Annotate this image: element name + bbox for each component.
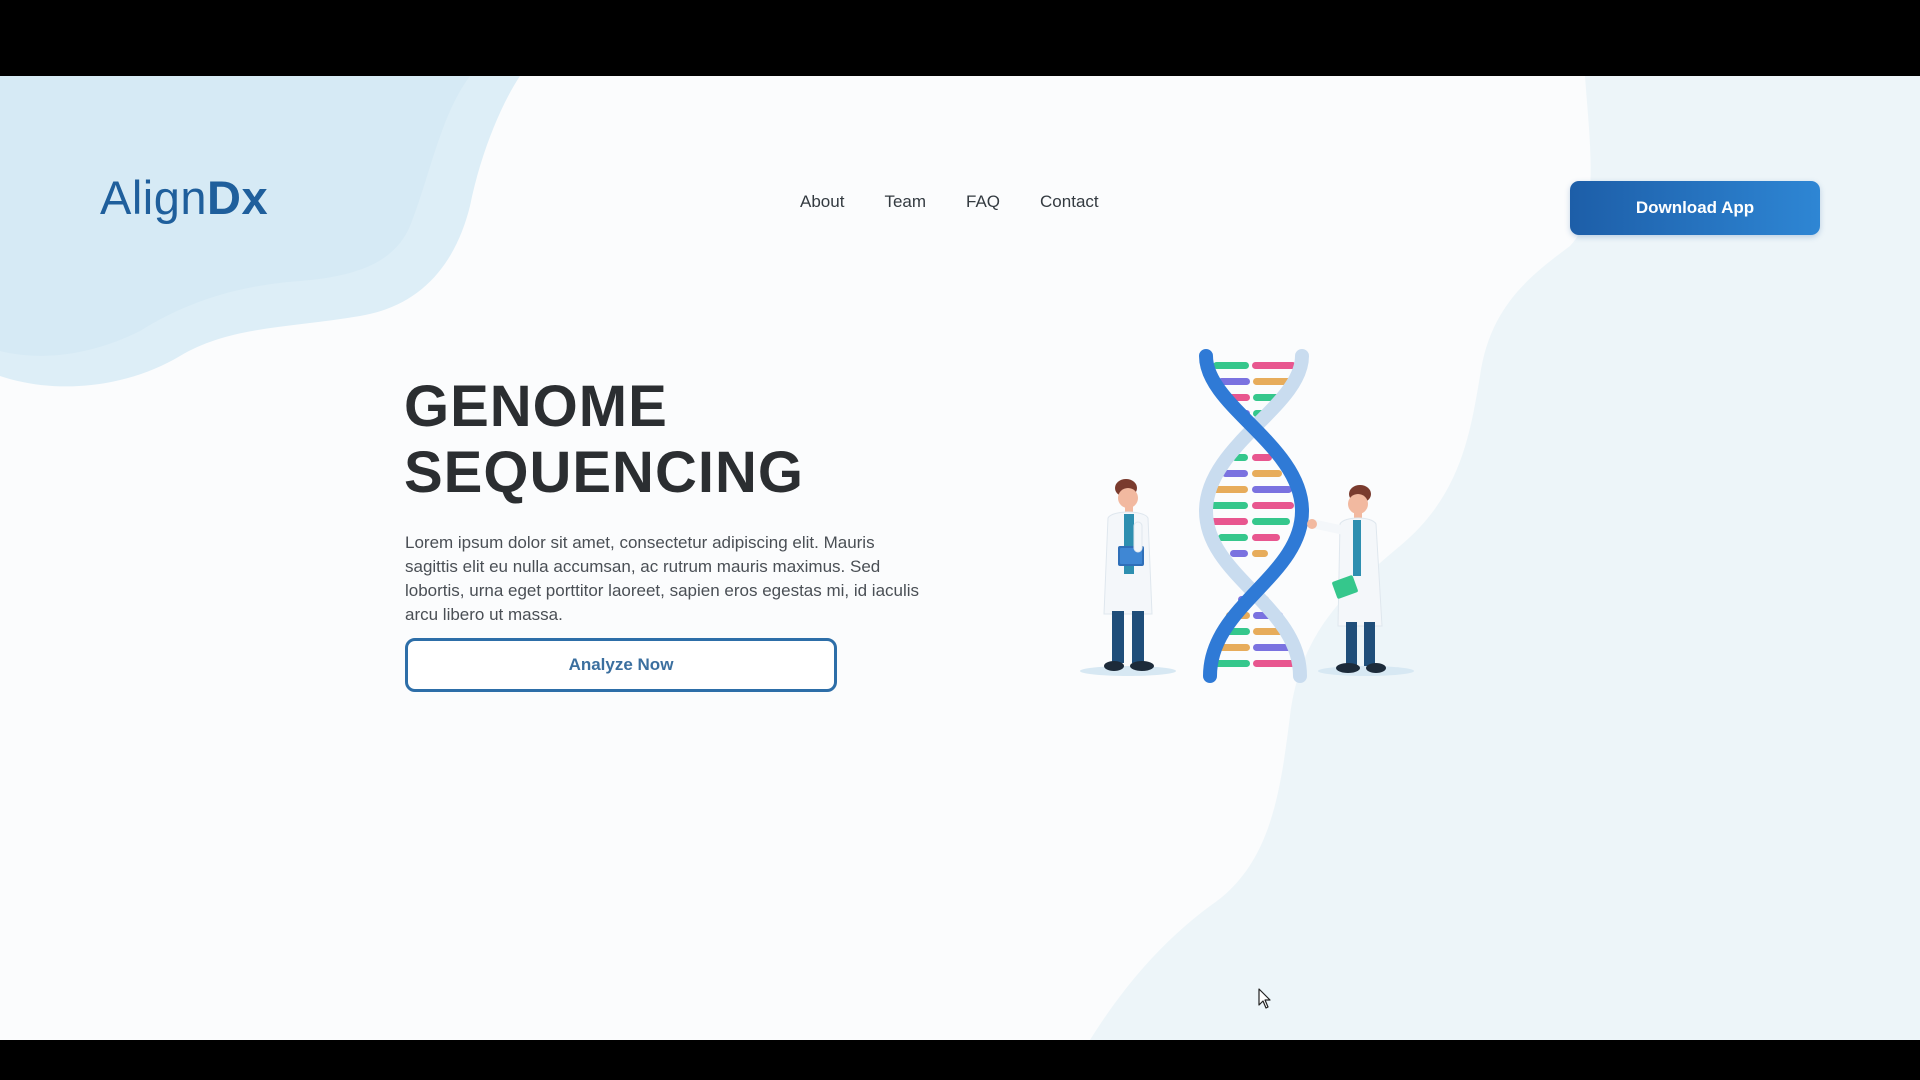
hero-title-line1: GENOME <box>404 374 668 439</box>
brand-logo[interactable]: AlignDx <box>100 174 268 221</box>
download-app-button[interactable]: Download App <box>1570 181 1820 235</box>
hero-description: Lorem ipsum dolor sit amet, consectetur … <box>405 533 920 624</box>
main-nav: About Team FAQ Contact <box>800 192 1099 212</box>
ground-shadow-left <box>1080 666 1176 676</box>
scientist-right <box>1307 485 1386 673</box>
nav-item-about[interactable]: About <box>800 192 844 212</box>
nav-item-faq[interactable]: FAQ <box>966 192 1000 212</box>
mouse-cursor-icon <box>1258 988 1271 1009</box>
hero-title: GENOME SEQUENCING <box>404 374 924 506</box>
nav-item-team[interactable]: Team <box>884 192 926 212</box>
nav-item-contact[interactable]: Contact <box>1040 192 1099 212</box>
dna-scientists-illustration <box>1080 349 1414 683</box>
brand-logo-bold: Dx <box>207 171 269 224</box>
bottom-black-bar <box>0 1040 1920 1080</box>
scientist-left <box>1103 479 1154 671</box>
hero-title-line2: SEQUENCING <box>404 440 804 505</box>
analyze-now-button[interactable]: Analyze Now <box>405 638 837 692</box>
ground-shadow-right <box>1318 666 1414 676</box>
brand-logo-light: Align <box>100 171 208 224</box>
top-black-bar <box>0 0 1920 76</box>
landing-page: AlignDx About Team FAQ Contact Download … <box>0 76 1920 1040</box>
